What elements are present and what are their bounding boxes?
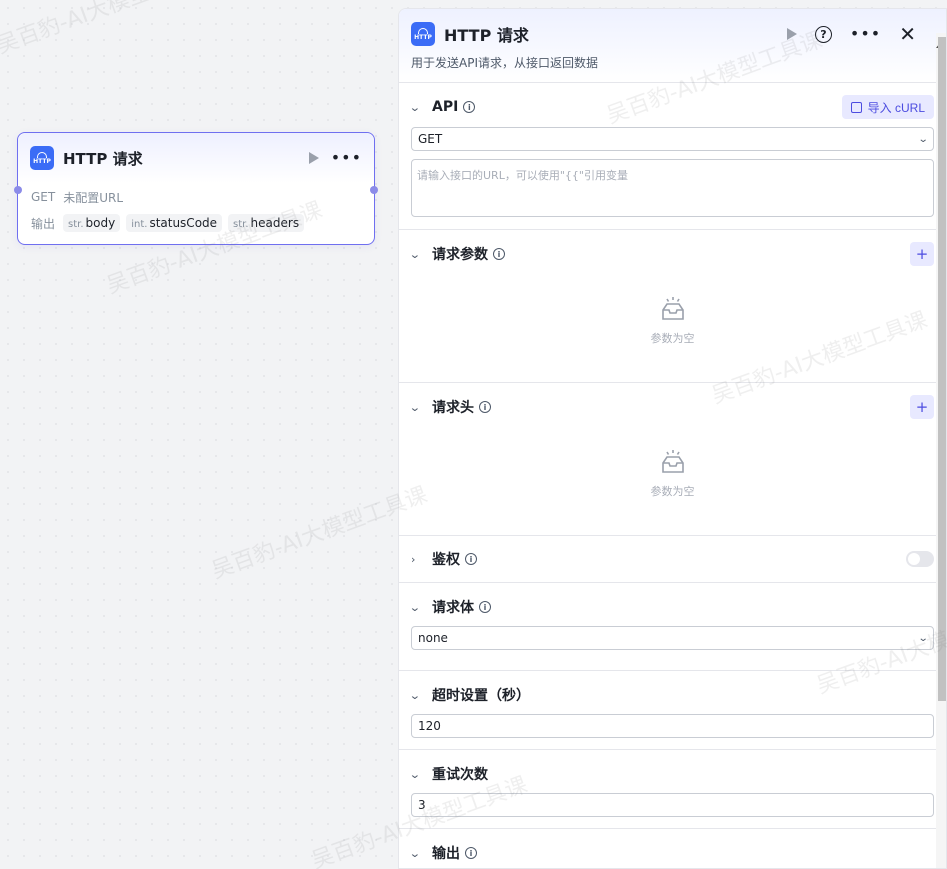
node-url-status: 未配置URL xyxy=(63,190,124,205)
body-type-select[interactable]: none ⌄ xyxy=(411,626,934,650)
output-tag-statuscode: int. statusCode xyxy=(126,214,223,232)
http-icon: HTTP xyxy=(30,146,54,170)
panel-title: HTTP 请求 xyxy=(444,26,529,45)
node-header: HTTP HTTP 请求 ••• xyxy=(18,133,374,183)
info-icon[interactable]: i xyxy=(479,601,491,613)
node-output-row: 输出 str. body int. statusCode str. headers xyxy=(18,209,374,237)
scrollbar[interactable] xyxy=(936,33,946,868)
retry-input[interactable]: 3 xyxy=(411,793,934,817)
chevron-down-icon[interactable]: ⌄ xyxy=(409,847,427,860)
output-tag-headers: str. headers xyxy=(228,214,305,232)
section-params-title: 请求参数 xyxy=(432,247,488,263)
chevron-down-icon: ⌄ xyxy=(917,632,929,644)
panel-description: 用于发送API请求，从接口返回数据 xyxy=(411,56,598,70)
empty-text: 参数为空 xyxy=(650,332,695,345)
chevron-down-icon[interactable]: ⌄ xyxy=(409,768,427,781)
section-body-title: 请求体 xyxy=(432,600,474,616)
http-icon: HTTP xyxy=(411,22,435,46)
auth-toggle[interactable] xyxy=(906,551,934,567)
import-curl-button[interactable]: 导入 cURL xyxy=(841,95,934,119)
section-headers: ⌄ 请求头 i + 参数为空 xyxy=(399,383,946,536)
more-icon[interactable]: ••• xyxy=(850,26,881,42)
chevron-down-icon[interactable]: ⌄ xyxy=(409,248,427,261)
section-api: ⌄ API i 导入 cURL GET ⌄ 请输入接口的URL，可以使用"{{"… xyxy=(399,83,946,230)
chevron-down-icon[interactable]: ⌄ xyxy=(409,689,427,702)
headers-empty-state: 参数为空 xyxy=(411,431,934,535)
run-icon[interactable] xyxy=(786,28,797,40)
help-icon[interactable]: ? xyxy=(814,25,832,43)
section-auth-title: 鉴权 xyxy=(432,552,460,568)
url-input[interactable]: 请输入接口的URL，可以使用"{{"引用变量 xyxy=(411,159,934,217)
close-icon[interactable]: ✕ xyxy=(899,24,916,44)
node-title: HTTP 请求 xyxy=(63,149,143,168)
section-retry-title: 重试次数 xyxy=(432,767,488,783)
node-method: GET xyxy=(31,190,56,204)
empty-text: 参数为空 xyxy=(650,485,695,498)
info-icon[interactable]: i xyxy=(465,553,477,565)
chevron-down-icon: ⌄ xyxy=(917,133,929,145)
info-icon[interactable]: i xyxy=(463,101,476,113)
info-icon[interactable]: i xyxy=(479,401,491,413)
more-icon[interactable]: ••• xyxy=(331,150,362,166)
chevron-down-icon[interactable]: ⌄ xyxy=(409,101,427,114)
info-icon[interactable]: i xyxy=(493,248,505,260)
node-url-row: GET 未配置URL xyxy=(18,185,374,209)
section-output-title: 输出 xyxy=(432,846,460,862)
panel-header: HTTP HTTP 请求 ? ••• ✕ 用于发送API请求，从接口返回数据 xyxy=(399,9,946,83)
timeout-input[interactable]: 120 xyxy=(411,714,934,738)
section-body: ⌄ 请求体 i none ⌄ xyxy=(399,583,946,671)
params-empty-state: 参数为空 xyxy=(411,278,934,382)
run-icon[interactable] xyxy=(308,152,319,164)
import-icon xyxy=(850,101,862,113)
section-retry: ⌄ 重试次数 3 xyxy=(399,750,946,829)
method-select[interactable]: GET ⌄ xyxy=(411,127,934,151)
input-port[interactable] xyxy=(14,186,22,194)
section-output: ⌄ 输出 i xyxy=(399,829,946,868)
watermark: 吴百豹-AI大模型工具课 xyxy=(0,0,216,59)
section-timeout-title: 超时设置（秒） xyxy=(432,688,530,704)
empty-box-icon xyxy=(661,450,684,473)
chevron-right-icon[interactable]: › xyxy=(411,553,425,566)
section-api-title: API xyxy=(432,99,459,115)
section-auth: › 鉴权 i xyxy=(399,536,946,583)
scrollbar-thumb[interactable] xyxy=(938,37,946,701)
section-timeout: ⌄ 超时设置（秒） 120 xyxy=(399,671,946,750)
info-icon[interactable]: i xyxy=(465,847,477,859)
output-port[interactable] xyxy=(370,186,378,194)
http-request-node[interactable]: HTTP HTTP 请求 ••• GET 未配置URL 输出 str. body … xyxy=(14,132,378,245)
section-params: ⌄ 请求参数 i + 参数为空 xyxy=(399,230,946,383)
add-param-button[interactable]: + xyxy=(910,242,934,266)
chevron-down-icon[interactable]: ⌄ xyxy=(409,601,427,614)
chevron-down-icon[interactable]: ⌄ xyxy=(409,401,427,414)
add-header-button[interactable]: + xyxy=(910,395,934,419)
section-headers-title: 请求头 xyxy=(432,400,474,416)
node-output-label: 输出 xyxy=(31,216,56,231)
output-tag-body: str. body xyxy=(63,214,121,232)
empty-box-icon xyxy=(661,297,684,320)
node-config-panel: HTTP HTTP 请求 ? ••• ✕ 用于发送API请求，从接口返回数据 ⌄… xyxy=(398,8,947,869)
